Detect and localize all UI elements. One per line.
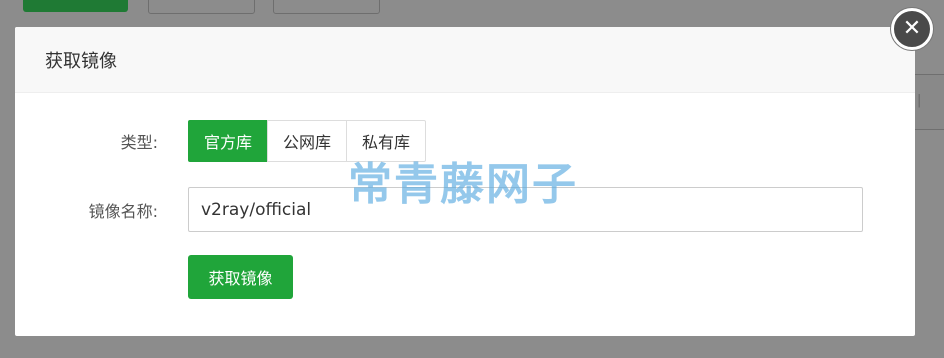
background-button [273,0,380,14]
image-name-row: 镜像名称: [15,187,863,232]
image-name-label: 镜像名称: [88,201,158,221]
image-name-input[interactable] [188,187,863,232]
type-selector: 官方库 公网库 私有库 [188,120,427,162]
get-image-dialog: 获取镜像 类型: 官方库 公网库 私有库 镜像名称: 获取镜像 [15,27,915,336]
type-option-private[interactable]: 私有库 [346,120,427,162]
type-option-public[interactable]: 公网库 [267,120,348,162]
get-image-button[interactable]: 获取镜像 [188,255,293,299]
dialog-title: 获取镜像 [45,50,117,72]
background-table-edge: | [915,74,944,130]
close-button[interactable]: ✕ [891,8,933,50]
type-label: 类型: [120,133,158,152]
background-primary-button [23,0,128,12]
close-icon: ✕ [902,16,922,41]
type-row: 类型: 官方库 公网库 私有库 [15,120,427,162]
type-option-official[interactable]: 官方库 [188,120,269,162]
background-button [148,0,255,14]
dialog-header: 获取镜像 [15,27,915,93]
